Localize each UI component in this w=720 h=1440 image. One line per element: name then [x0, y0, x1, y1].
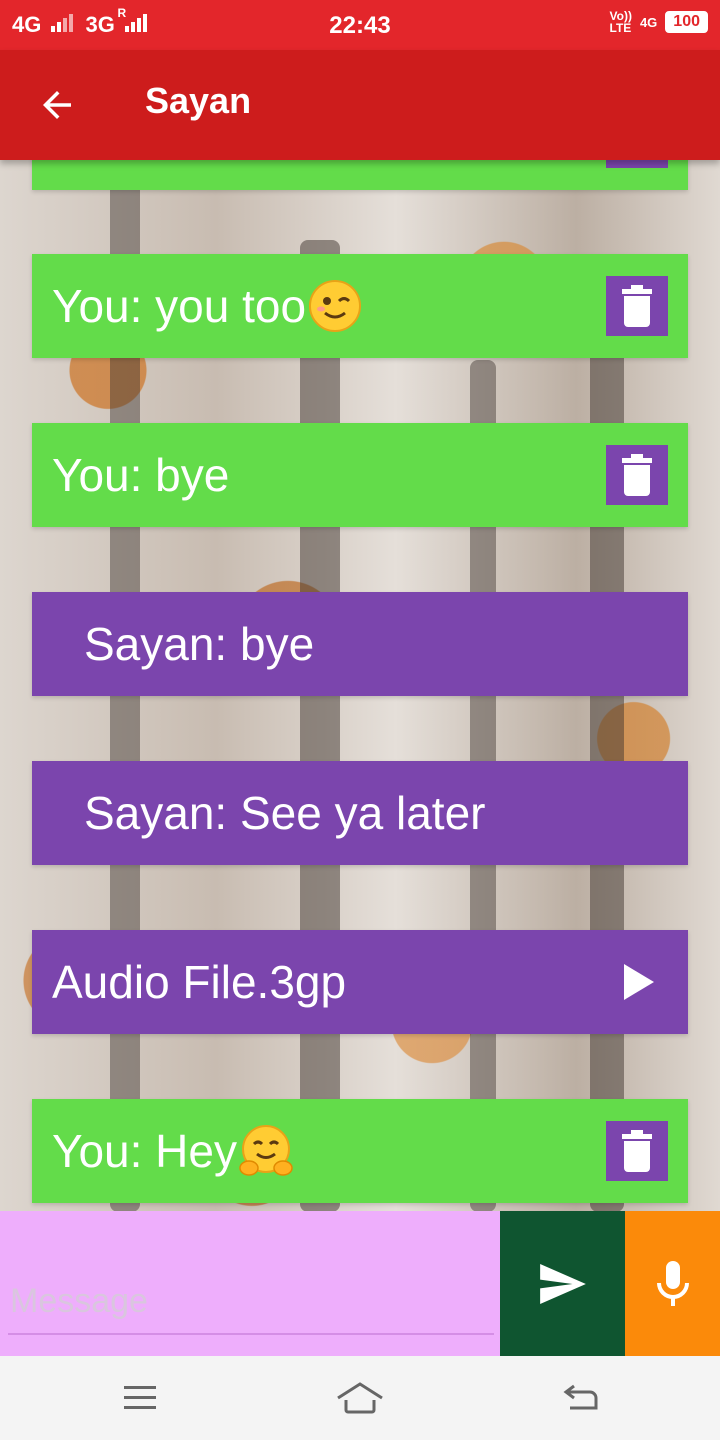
- trash-icon: [622, 1130, 652, 1172]
- play-icon[interactable]: [618, 962, 658, 1002]
- status-right: Vo)) LTE 4G 100: [610, 10, 708, 34]
- message-bubble-received: Sayan: bye: [32, 592, 688, 696]
- system-navigation-bar: [0, 1356, 720, 1440]
- delete-button[interactable]: [606, 445, 668, 505]
- winking-face-emoji-icon: [309, 280, 362, 332]
- message-text: Sayan: bye: [84, 618, 315, 670]
- message-bubble-sent: You: you too: [32, 254, 688, 358]
- microphone-icon: [656, 1260, 689, 1306]
- message-text: You: Hey: [52, 1125, 237, 1177]
- send-icon: [539, 1263, 586, 1304]
- hugging-face-emoji-icon: [239, 1125, 293, 1176]
- message-composer: [0, 1211, 720, 1356]
- message-input-container: [0, 1211, 500, 1356]
- menu-icon[interactable]: [118, 1378, 162, 1418]
- record-audio-button[interactable]: [625, 1211, 720, 1356]
- message-bubble-sent: You: bye: [32, 423, 688, 527]
- message-bubble-received: Sayan: See ya later: [32, 761, 688, 865]
- message-input[interactable]: [8, 1269, 494, 1335]
- lte-label: LTE: [609, 21, 632, 35]
- trash-icon: [622, 285, 652, 327]
- message-text: You: bye: [52, 449, 230, 501]
- message-text: Sayan: See ya later: [84, 787, 486, 839]
- audio-message-bubble[interactable]: Audio File.3gp: [32, 930, 688, 1034]
- chat-title: Sayan: [145, 80, 252, 121]
- delete-button[interactable]: [606, 1121, 668, 1181]
- status-bar: 4G 3G R 22:43 Vo)) LTE 4G 100: [0, 0, 720, 50]
- message-bubble-sent: You: Hey: [32, 1099, 688, 1203]
- app-bar: Sayan: [0, 50, 720, 160]
- audio-file-name: Audio File.3gp: [52, 956, 347, 1008]
- back-arrow-icon[interactable]: [36, 84, 78, 126]
- trash-icon: [622, 454, 652, 496]
- network-type-label: 4G: [639, 14, 658, 30]
- send-button[interactable]: [500, 1211, 625, 1356]
- delete-button[interactable]: [606, 276, 668, 336]
- home-icon[interactable]: [334, 1378, 386, 1418]
- back-navigation-icon[interactable]: [558, 1378, 602, 1418]
- battery-icon: 100: [665, 11, 708, 33]
- message-text: You: you too: [52, 280, 307, 332]
